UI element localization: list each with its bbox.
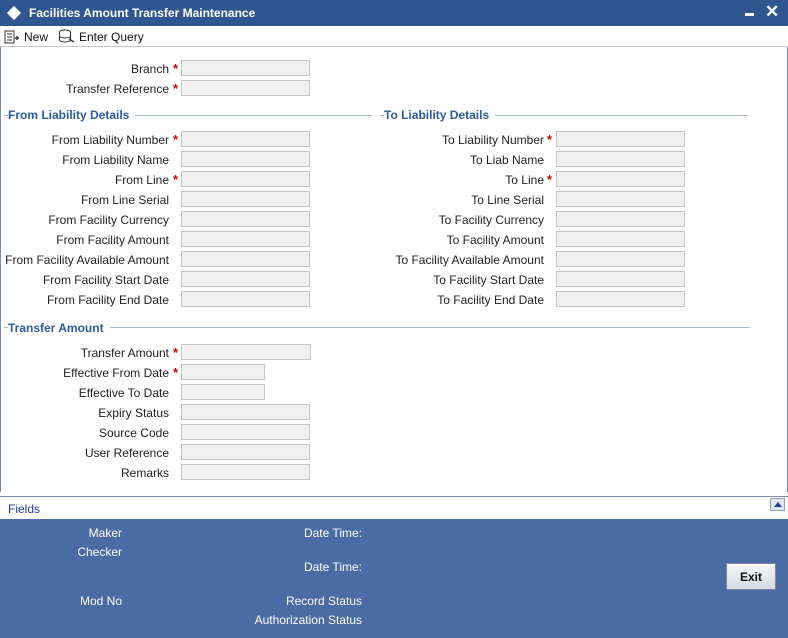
maker-date-time-label: Date Time: (303, 526, 362, 540)
transfer-amount-header: Transfer Amount (8, 321, 110, 335)
from-liability-number-input[interactable] (181, 131, 310, 147)
effective-from-date-input[interactable] (181, 364, 265, 380)
expiry-status-label: Expiry Status (98, 406, 169, 420)
close-icon[interactable]: ✕ (765, 2, 779, 22)
fields-link[interactable]: Fields (8, 502, 40, 516)
from-facility-amount-label: From Facility Amount (56, 233, 169, 247)
to-liab-name-label: To Liab Name (469, 153, 544, 167)
database-query-icon (59, 29, 75, 43)
window-title-bar: Facilities Amount Transfer Maintenance ✕ (0, 0, 788, 26)
to-facility-amount-label: To Facility Amount (446, 233, 544, 247)
new-button[interactable]: New (4, 28, 48, 45)
new-button-label: New (24, 29, 49, 44)
record-status-label: Record Status (285, 594, 362, 608)
from-facility-start-date-input[interactable] (181, 271, 310, 287)
expiry-status-input[interactable] (181, 404, 310, 420)
to-facility-available-amount-label: To Facility Available Amount (395, 253, 544, 267)
to-line-input[interactable] (556, 171, 685, 187)
to-liability-number-input[interactable] (556, 131, 685, 147)
transfer-amount-input[interactable] (181, 344, 311, 360)
to-liab-name-input[interactable] (556, 151, 685, 167)
user-reference-input[interactable] (181, 444, 310, 460)
required-marker: * (173, 61, 179, 76)
required-marker: * (173, 172, 179, 187)
transfer-amount-label: Transfer Amount (80, 346, 169, 360)
minimize-icon[interactable] (745, 13, 754, 16)
checker-label: Checker (77, 545, 122, 559)
from-liability-number-label: From Liability Number (51, 133, 169, 147)
source-code-input[interactable] (181, 424, 310, 440)
required-marker: * (173, 345, 179, 360)
from-liability-name-label: From Liability Name (62, 153, 169, 167)
toolbar: New Enter Query (0, 26, 788, 47)
effective-to-date-label: Effective To Date (78, 386, 169, 400)
window-diamond-icon (6, 5, 22, 21)
remarks-input[interactable] (181, 464, 310, 480)
to-facility-currency-label: To Facility Currency (438, 213, 544, 227)
collapse-up-icon[interactable] (770, 498, 785, 511)
branch-input[interactable] (181, 60, 310, 76)
enter-query-button[interactable]: Enter Query (58, 28, 144, 45)
required-marker: * (547, 132, 553, 147)
effective-to-date-input[interactable] (181, 384, 265, 400)
required-marker: * (547, 172, 553, 187)
to-facility-amount-input[interactable] (556, 231, 685, 247)
from-liability-details-header: From Liability Details (8, 108, 136, 122)
to-facility-end-date-input[interactable] (556, 291, 685, 307)
to-line-serial-input[interactable] (556, 191, 685, 207)
to-liability-details-header: To Liability Details (384, 108, 496, 122)
transfer-reference-input[interactable] (181, 80, 310, 96)
fields-bar: Fields (0, 496, 788, 519)
from-facility-available-amount-label: From Facility Available Amount (5, 253, 169, 267)
to-line-label: To Line (505, 173, 544, 187)
from-facility-start-date-label: From Facility Start Date (42, 273, 169, 287)
required-marker: * (173, 365, 179, 380)
from-line-serial-input[interactable] (181, 191, 310, 207)
mod-no-label: Mod No (79, 594, 122, 608)
to-facility-available-amount-input[interactable] (556, 251, 685, 267)
new-record-icon (4, 30, 19, 43)
enter-query-button-label: Enter Query (79, 29, 144, 44)
from-facility-available-amount-input[interactable] (181, 251, 310, 267)
audit-footer: Maker Checker Mod No Date Time: Date Tim… (0, 519, 788, 638)
to-facility-start-date-input[interactable] (556, 271, 685, 287)
transfer-reference-label: Transfer Reference (66, 82, 169, 96)
user-reference-label: User Reference (84, 446, 169, 460)
checker-date-time-label: Date Time: (303, 560, 362, 574)
from-line-label: From Line (114, 173, 169, 187)
from-facility-amount-input[interactable] (181, 231, 310, 247)
window-title: Facilities Amount Transfer Maintenance (29, 6, 256, 20)
source-code-label: Source Code (98, 426, 169, 440)
transfer-section-divider (4, 327, 750, 328)
from-liability-name-input[interactable] (181, 151, 310, 167)
from-facility-end-date-label: From Facility End Date (46, 293, 169, 307)
required-marker: * (173, 81, 179, 96)
from-facility-currency-label: From Facility Currency (48, 213, 169, 227)
exit-button[interactable]: Exit (726, 563, 776, 590)
from-line-serial-label: From Line Serial (80, 193, 169, 207)
authorization-status-label: Authorization Status (254, 613, 362, 627)
effective-from-date-label: Effective From Date (63, 366, 169, 380)
from-facility-end-date-input[interactable] (181, 291, 310, 307)
maker-label: Maker (88, 526, 122, 540)
to-facility-end-date-label: To Facility End Date (437, 293, 544, 307)
to-facility-currency-input[interactable] (556, 211, 685, 227)
to-line-serial-label: To Line Serial (471, 193, 544, 207)
remarks-label: Remarks (120, 466, 169, 480)
branch-label: Branch (130, 62, 169, 76)
required-marker: * (173, 132, 179, 147)
from-facility-currency-input[interactable] (181, 211, 310, 227)
to-facility-start-date-label: To Facility Start Date (433, 273, 544, 287)
to-liability-number-label: To Liability Number (441, 133, 544, 147)
from-line-input[interactable] (181, 171, 310, 187)
